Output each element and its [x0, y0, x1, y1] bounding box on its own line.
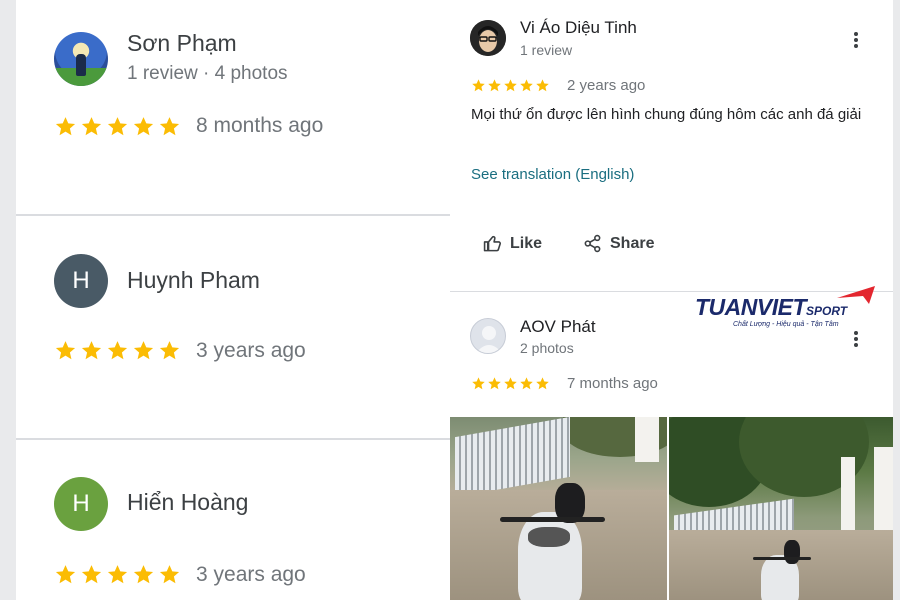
- avatar[interactable]: [54, 32, 108, 86]
- star-icon: [54, 563, 77, 586]
- avatar-photo-detail: [76, 54, 86, 76]
- star-icon: [158, 115, 181, 138]
- reviewer-name[interactable]: Huynh Pham: [127, 267, 260, 294]
- avatar-face-icon: [470, 20, 506, 56]
- share-button[interactable]: Share: [583, 234, 654, 253]
- avatar[interactable]: [470, 20, 506, 56]
- star-icon: [80, 339, 103, 362]
- rating-stars: [471, 78, 550, 93]
- review-time: 2 years ago: [567, 77, 646, 94]
- reviewer-name[interactable]: Vi Áo Diệu Tinh: [520, 18, 637, 38]
- brand-logo: TUANVIETSPORT Chất Lượng - Hiệu quả - Tậ…: [695, 284, 885, 334]
- photo-detail: [635, 417, 659, 462]
- review-photo[interactable]: [450, 417, 667, 600]
- rating-stars: [54, 563, 181, 586]
- star-icon: [132, 563, 155, 586]
- see-translation-link[interactable]: See translation (English): [471, 166, 634, 183]
- photo-detail: [874, 447, 893, 537]
- more-vert-icon[interactable]: [848, 30, 864, 50]
- star-icon: [519, 78, 534, 93]
- default-profile-icon: [476, 326, 502, 353]
- star-icon: [132, 115, 155, 138]
- photo-detail: [500, 517, 605, 522]
- reviewer-meta: 1 review: [520, 42, 573, 58]
- review-card: H Hiển Hoàng 3 years ago: [16, 440, 450, 600]
- photo-detail: [784, 540, 800, 564]
- reviewer-name[interactable]: Hiển Hoàng: [127, 489, 248, 516]
- star-icon: [106, 339, 129, 362]
- star-icon: [80, 115, 103, 138]
- star-icon: [535, 78, 550, 93]
- review-time: 7 months ago: [567, 375, 658, 392]
- star-icon: [487, 376, 502, 391]
- logo-slogan: Chất Lượng - Hiệu quả - Tận Tâm: [733, 321, 839, 328]
- avatar[interactable]: [470, 318, 506, 354]
- rating-stars: [54, 339, 181, 362]
- left-reviews-panel: Sơn Phạm 1 review · 4 photos 8 months ag…: [16, 0, 450, 600]
- star-icon: [132, 339, 155, 362]
- star-icon: [158, 339, 181, 362]
- star-icon: [471, 78, 486, 93]
- star-icon: [487, 78, 502, 93]
- photo-detail: [841, 457, 855, 537]
- star-icon: [158, 563, 181, 586]
- star-icon: [471, 376, 486, 391]
- rating-stars: [471, 376, 550, 391]
- photo-detail: [518, 512, 582, 600]
- rating-stars: [54, 115, 181, 138]
- reviewer-meta: 1 review · 4 photos: [127, 63, 288, 84]
- photo-detail: [455, 417, 570, 498]
- logo-wordmark: TUANVIETSPORT: [695, 294, 848, 320]
- review-card: H Huynh Pham 3 years ago: [16, 216, 450, 438]
- photo-detail: [753, 557, 811, 560]
- avatar[interactable]: H: [54, 254, 108, 308]
- review-photo[interactable]: [669, 417, 893, 600]
- reviewer-name[interactable]: Sơn Phạm: [127, 30, 237, 57]
- review-text: Mọi thứ ổn được lên hình chung đúng hôm …: [471, 106, 862, 123]
- share-icon: [584, 234, 601, 253]
- star-icon: [54, 339, 77, 362]
- avatar[interactable]: H: [54, 477, 108, 531]
- reviewer-meta: 2 photos: [520, 340, 574, 356]
- star-icon: [54, 115, 77, 138]
- review-card: Sơn Phạm 1 review · 4 photos 8 months ag…: [16, 0, 450, 215]
- star-icon: [106, 115, 129, 138]
- thumb-up-icon: [483, 236, 502, 252]
- logo-swoosh-icon: [837, 286, 875, 304]
- like-button[interactable]: Like: [483, 234, 542, 253]
- review-time: 3 years ago: [196, 563, 306, 586]
- star-icon: [519, 376, 534, 391]
- star-icon: [503, 376, 518, 391]
- share-label: Share: [610, 234, 655, 252]
- star-icon: [535, 376, 550, 391]
- photo-detail: [528, 527, 570, 547]
- star-icon: [80, 563, 103, 586]
- review-time: 8 months ago: [196, 114, 324, 137]
- review-time: 3 years ago: [196, 339, 306, 362]
- star-icon: [106, 563, 129, 586]
- reviewer-name[interactable]: AOV Phát: [520, 317, 596, 337]
- star-icon: [503, 78, 518, 93]
- like-label: Like: [510, 234, 543, 252]
